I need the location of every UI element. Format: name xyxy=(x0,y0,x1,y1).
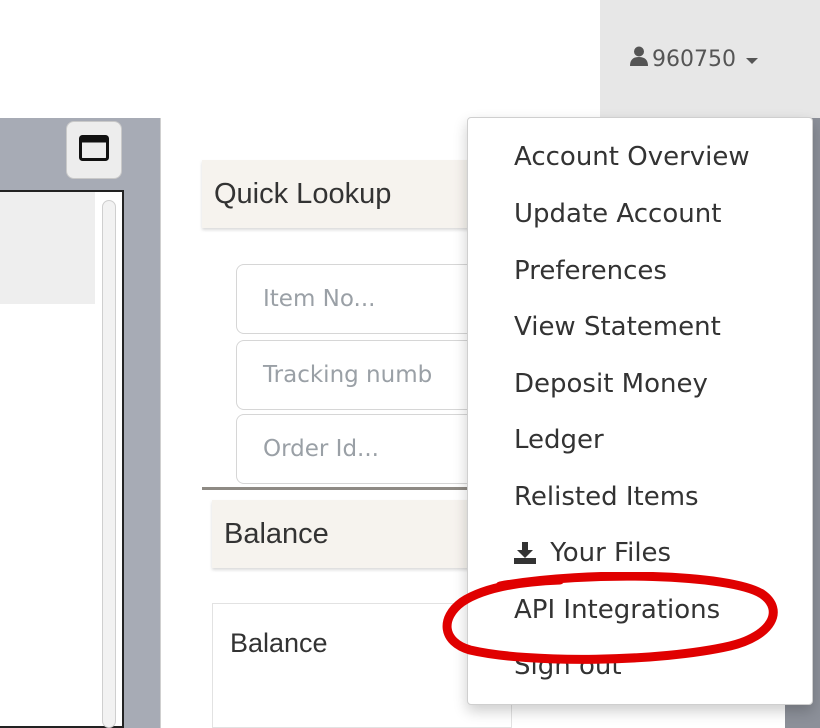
left-panel-scrollbar[interactable] xyxy=(102,200,116,728)
menu-item-label: Your Files xyxy=(550,538,672,568)
account-dropdown-menu: Account Overview Update Account Preferen… xyxy=(467,117,813,705)
order-id-input[interactable]: Order Id... xyxy=(236,414,496,484)
section-divider xyxy=(202,487,502,490)
menu-item-sign-out[interactable]: Sign out xyxy=(514,651,622,681)
menu-item-label: Relisted Items xyxy=(514,482,699,512)
menu-item-api-integrations[interactable]: API Integrations xyxy=(514,595,720,625)
menu-item-label: Update Account xyxy=(514,199,722,229)
menu-item-relisted-items[interactable]: Relisted Items xyxy=(514,482,699,512)
left-panel-header-band xyxy=(0,192,95,304)
balance-label: Balance xyxy=(230,628,328,658)
menu-item-label: Deposit Money xyxy=(514,369,708,399)
balance-title: Balance xyxy=(212,500,502,568)
menu-item-label: Preferences xyxy=(514,256,667,286)
order-id-placeholder: Order Id... xyxy=(263,436,379,462)
download-icon xyxy=(514,541,536,571)
user-menu-toggle[interactable]: 960750 xyxy=(600,0,820,118)
username-label: 960750 xyxy=(652,46,736,72)
maximize-button[interactable] xyxy=(66,121,122,179)
tracking-number-placeholder: Tracking numb xyxy=(263,362,433,388)
menu-item-account-overview[interactable]: Account Overview xyxy=(514,142,750,172)
quick-lookup-title: Quick Lookup xyxy=(202,160,502,228)
window-maximize-icon xyxy=(79,135,109,165)
item-no-input[interactable]: Item No... xyxy=(236,264,496,334)
menu-item-your-files[interactable]: Your Files xyxy=(514,538,671,571)
top-navbar: 960750 xyxy=(0,0,820,119)
caret-down-icon xyxy=(745,57,758,64)
menu-item-label: Ledger xyxy=(514,425,604,455)
quick-lookup-title-text: Quick Lookup xyxy=(214,177,392,210)
item-no-placeholder: Item No... xyxy=(263,286,376,312)
user-icon xyxy=(630,46,652,72)
menu-item-update-account[interactable]: Update Account xyxy=(514,199,721,229)
menu-item-label: View Statement xyxy=(514,312,721,342)
menu-item-deposit-money[interactable]: Deposit Money xyxy=(514,369,708,399)
menu-item-label: Account Overview xyxy=(514,142,750,172)
menu-item-view-statement[interactable]: View Statement xyxy=(514,312,721,342)
tracking-number-input[interactable]: Tracking numb xyxy=(236,340,496,410)
menu-item-label: Sign out xyxy=(514,651,622,681)
menu-item-preferences[interactable]: Preferences xyxy=(514,256,667,286)
menu-item-label: API Integrations xyxy=(514,595,721,625)
menu-item-ledger[interactable]: Ledger xyxy=(514,425,604,455)
balance-title-text: Balance xyxy=(224,517,329,550)
